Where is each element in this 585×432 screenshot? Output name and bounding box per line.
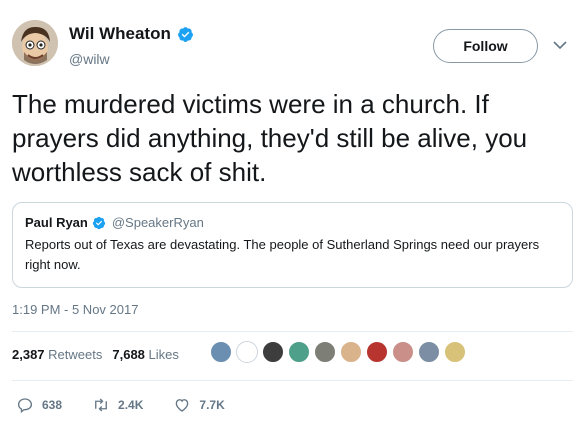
avatar-illustration: [12, 20, 58, 66]
caret-down-icon[interactable]: [553, 40, 567, 50]
likes-count: 7,688: [112, 347, 145, 362]
follow-button[interactable]: Follow: [433, 29, 538, 63]
retweet-count: 2.4K: [118, 398, 144, 412]
retweet-button[interactable]: 2.4K: [92, 396, 143, 414]
liker-avatar-3[interactable]: [262, 341, 284, 363]
liker-avatars: [210, 341, 466, 363]
reply-button[interactable]: 638: [16, 396, 62, 414]
likes-stat[interactable]: 7,688 Likes: [112, 347, 179, 362]
liker-avatar-6[interactable]: [340, 341, 362, 363]
author-name-row: Wil Wheaton: [69, 24, 194, 44]
reply-count: 638: [42, 398, 63, 412]
retweets-stat[interactable]: 2,387 Retweets: [12, 347, 102, 362]
quoted-author-name: Paul Ryan: [25, 215, 88, 230]
author-display-name[interactable]: Wil Wheaton: [69, 24, 171, 44]
liker-avatar-2[interactable]: [236, 341, 258, 363]
retweets-label: Retweets: [48, 347, 103, 362]
liker-avatar-4[interactable]: [288, 341, 310, 363]
verified-badge-icon: [177, 26, 193, 42]
action-bar: 638 2.4K 7.7K: [16, 396, 225, 414]
liker-avatar-7[interactable]: [366, 341, 388, 363]
quoted-tweet-header: Paul Ryan @SpeakerRyan: [25, 215, 560, 230]
quoted-tweet-text: Reports out of Texas are devastating. Th…: [25, 237, 540, 272]
likes-label: Likes: [148, 347, 179, 362]
like-button[interactable]: 7.7K: [173, 396, 225, 414]
author-handle[interactable]: @wilw: [69, 51, 110, 67]
liker-avatar-10[interactable]: [444, 341, 466, 363]
liker-avatar-8[interactable]: [392, 341, 414, 363]
quoted-tweet[interactable]: Paul Ryan @SpeakerRyan Reports out of Te…: [12, 202, 573, 288]
liker-avatar-5[interactable]: [314, 341, 336, 363]
reply-icon: [17, 398, 33, 414]
heart-icon: [176, 399, 189, 412]
author-avatar[interactable]: [12, 20, 58, 66]
verified-badge-icon: [92, 216, 105, 229]
tweet-timestamp[interactable]: 1:19 PM - 5 Nov 2017: [12, 302, 138, 317]
engagement-stats: 2,387 Retweets 7,688 Likes: [12, 347, 179, 362]
retweet-icon: [95, 398, 107, 412]
quoted-author-handle: @SpeakerRyan: [111, 215, 204, 230]
divider: [12, 380, 573, 381]
like-count: 7.7K: [199, 398, 225, 412]
tweet-text: The murdered victims were in a church. I…: [12, 89, 528, 187]
liker-avatar-1[interactable]: [210, 341, 232, 363]
retweets-count: 2,387: [12, 347, 45, 362]
liker-avatar-9[interactable]: [418, 341, 440, 363]
divider: [12, 331, 573, 332]
